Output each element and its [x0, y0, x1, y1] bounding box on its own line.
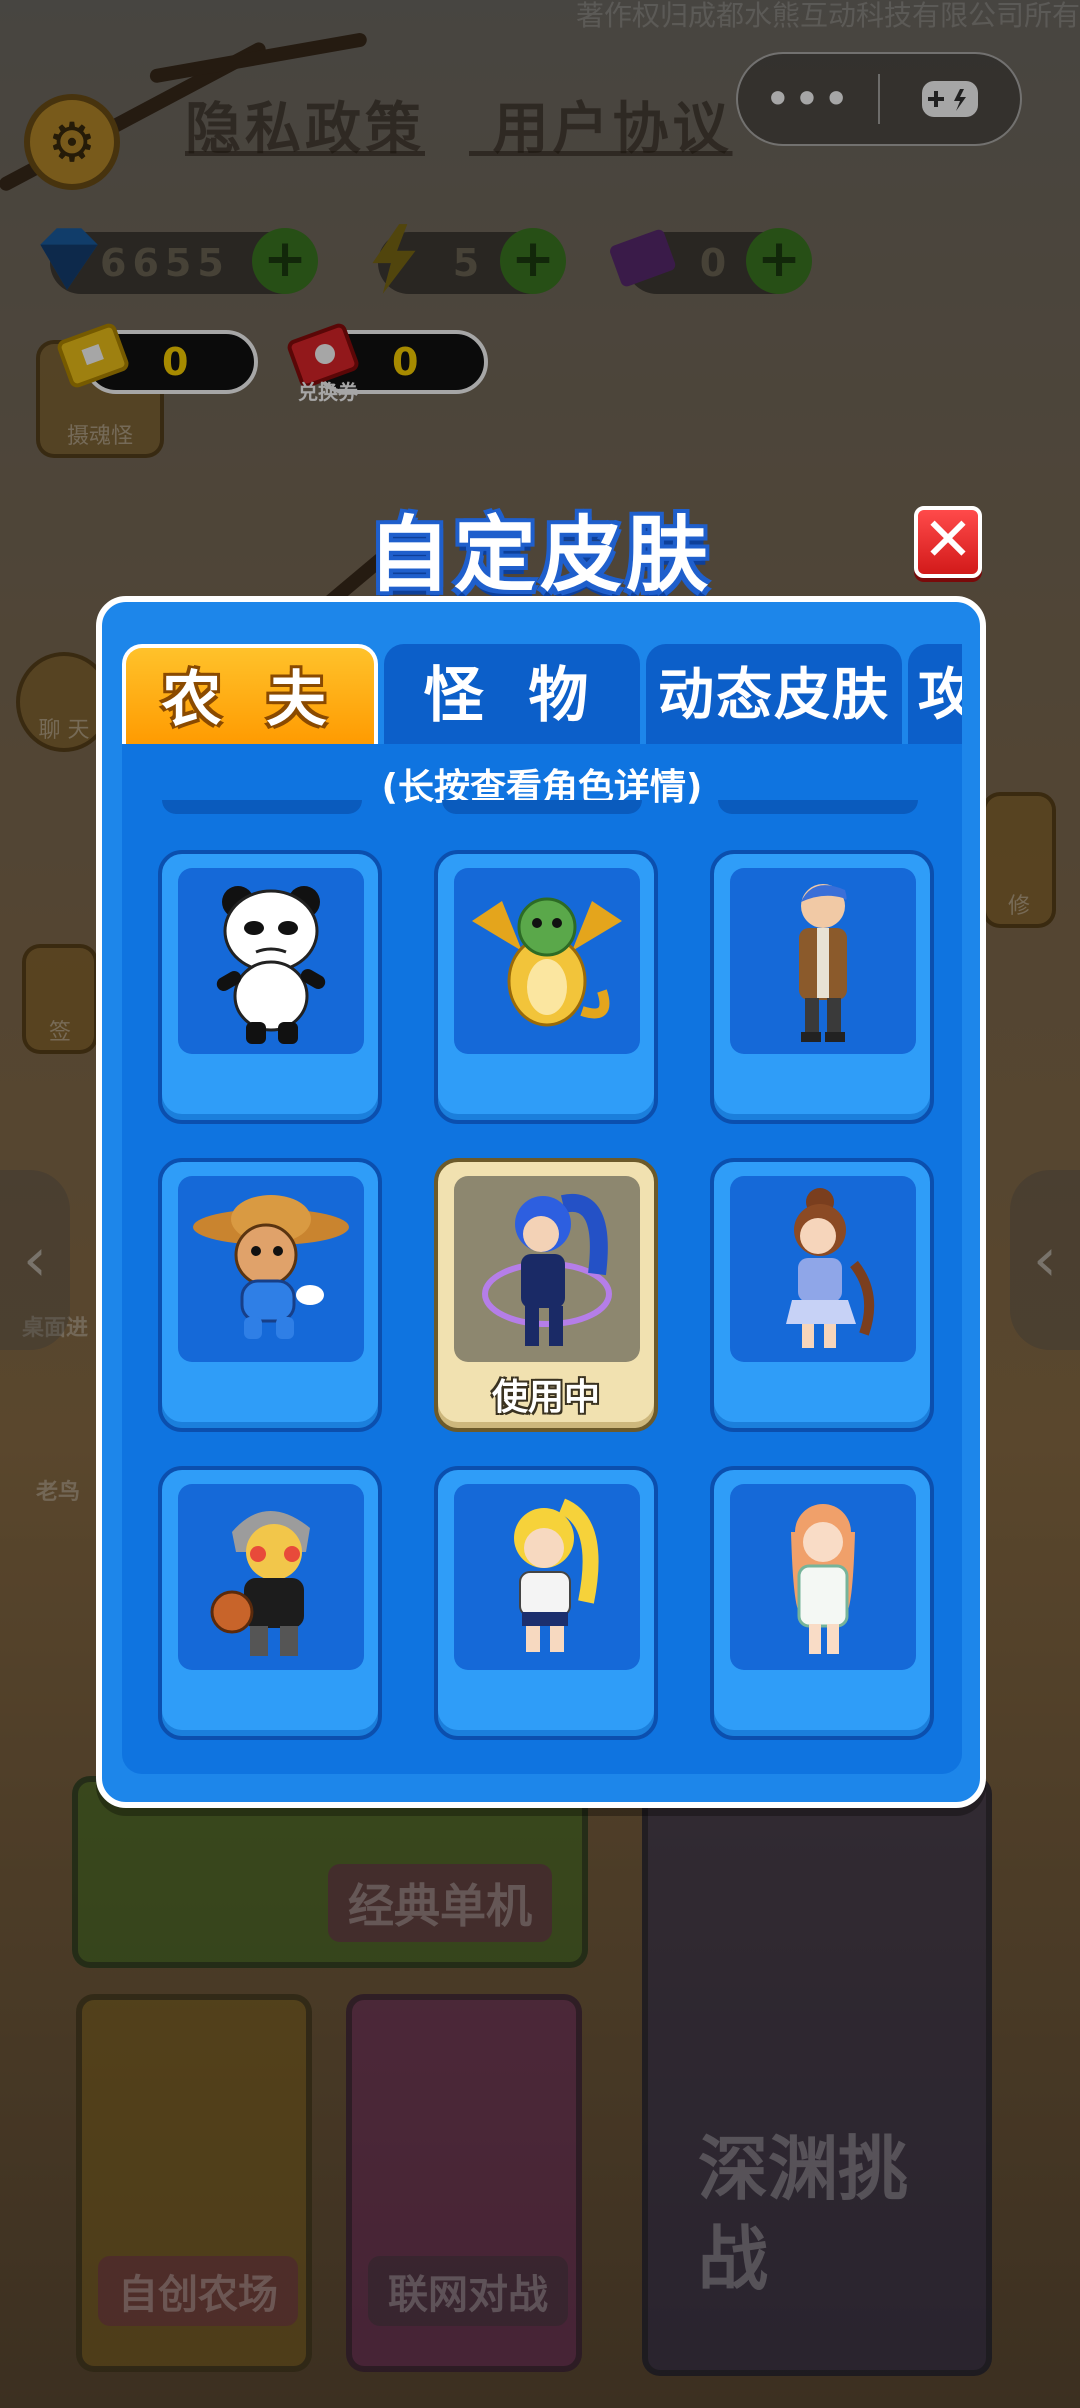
close-icon: ✕: [922, 505, 974, 575]
tab-monster[interactable]: 怪 物: [384, 644, 640, 746]
skin-card-peach-hair-girl[interactable]: [710, 1466, 934, 1740]
blue-ponytail-girl-portrait: [454, 1176, 640, 1362]
blonde-girl-portrait: [454, 1484, 640, 1670]
skin-card-brown-hair-girl[interactable]: [710, 1158, 934, 1432]
peach-hair-girl-portrait: [730, 1484, 916, 1670]
skin-panel: 农 夫 怪 物 动态皮肤 攻 (长按查看角色详情) 使用中: [96, 596, 986, 1808]
previous-row-edge: [718, 800, 918, 814]
panda-portrait: [178, 868, 364, 1054]
skin-card-golden-dragon[interactable]: [434, 850, 658, 1124]
skin-card-blue-hair-coat-man[interactable]: [710, 850, 934, 1124]
basketball-player-portrait: [178, 1484, 364, 1670]
tab-attack[interactable]: 攻: [908, 644, 962, 746]
skin-card-blonde-girl[interactable]: [434, 1466, 658, 1740]
skin-tabs: 农 夫 怪 物 动态皮肤 攻: [122, 644, 962, 746]
previous-row-edge: [442, 800, 642, 814]
skin-card-basketball-player[interactable]: [158, 1466, 382, 1740]
brown-hair-girl-portrait: [730, 1176, 916, 1362]
tab-farmer[interactable]: 农 夫: [122, 644, 378, 746]
skin-card-blue-ponytail-girl[interactable]: 使用中: [434, 1158, 658, 1432]
skin-grid: (长按查看角色详情) 使用中: [122, 744, 962, 1774]
tab-dynamic-skin[interactable]: 动态皮肤: [646, 644, 902, 746]
close-button[interactable]: ✕: [914, 506, 982, 578]
skin-card-panda[interactable]: [158, 850, 382, 1124]
blue-hair-coat-man-portrait: [730, 868, 916, 1054]
skin-card-straw-hat-boy[interactable]: [158, 1158, 382, 1432]
straw-hat-boy-portrait: [178, 1176, 364, 1362]
golden-dragon-portrait: [454, 868, 640, 1054]
previous-row-edge: [162, 800, 362, 814]
in-use-label: 使用中: [491, 1377, 600, 1418]
